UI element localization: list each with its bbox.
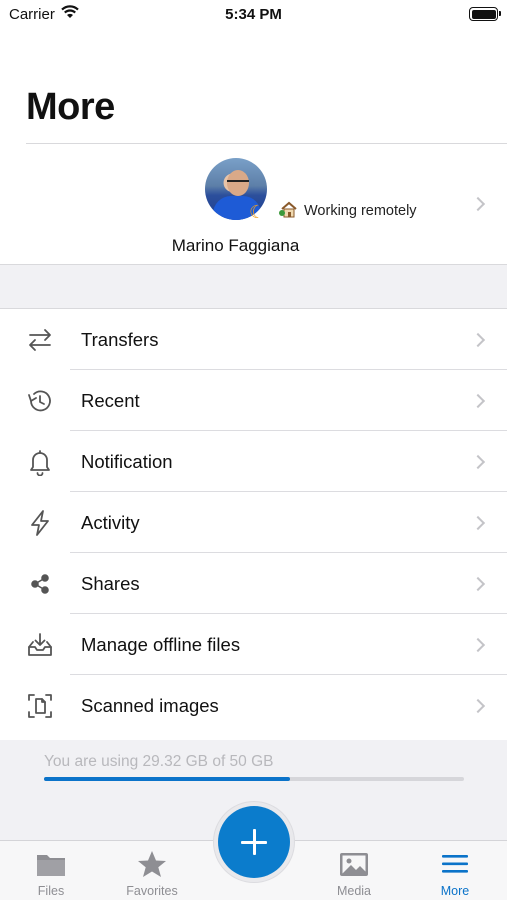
tab-files[interactable]: Files [1,841,101,900]
menu-item-activity[interactable]: Activity [0,492,507,553]
menu-item-recent[interactable]: Recent [0,370,507,431]
storage-progress-fill [44,777,291,781]
scan-document-icon [28,694,52,718]
chevron-right-icon [470,454,486,470]
bell-icon [30,450,50,476]
house-with-garden-icon [279,201,297,218]
menu-item-label: Transfers [81,329,159,350]
chevron-right-icon [470,698,486,714]
chevron-right-icon [470,637,486,653]
image-icon [340,853,368,876]
history-icon [28,390,51,412]
menu-item-label: Manage offline files [81,634,241,655]
menu-item-label: Notification [81,451,173,472]
user-status-text: Working remotely [304,203,417,219]
lightning-icon [31,510,49,536]
chevron-right-icon [470,196,486,212]
page-title: More [26,86,115,128]
storage-usage-text: You are using 29.32 GB of 50 GB [44,753,274,770]
star-icon [138,851,166,877]
offline-download-icon [28,633,52,656]
menu-item-manage-offline-files[interactable]: Manage offline files [0,614,507,675]
menu-item-transfers[interactable]: Transfers [0,309,507,370]
add-button[interactable] [214,802,294,882]
share-icon [31,574,49,594]
menu-item-label: Recent [81,390,140,411]
transfers-icon [29,329,51,351]
battery-icon [469,7,501,21]
menu-item-notification[interactable]: Notification [0,431,507,492]
plus-icon [218,806,290,878]
menu-icon [442,855,468,873]
chevron-right-icon [470,332,486,348]
tab-media[interactable]: Media [304,841,404,900]
menu-item-shares[interactable]: Shares [0,553,507,614]
chevron-right-icon [470,515,486,531]
tab-label: More [440,884,470,898]
chevron-right-icon [470,576,486,592]
user-display-name: Marino Faggiana [171,236,300,255]
tab-label: Media [336,884,372,898]
profile-row[interactable]: ☾ Working remotely Marino Faggiana [0,144,507,265]
tab-more[interactable]: More [405,841,505,900]
menu-item-label: Shares [81,573,140,594]
folder-icon [37,855,65,876]
status-bar: Carrier 5:34 PM [0,0,507,30]
menu-item-label: Activity [81,512,140,533]
tab-label: Files [37,884,65,898]
more-menu-list: Transfers Recent Notification Activity S… [0,309,507,736]
section-spacer [0,265,507,309]
menu-item-label: Scanned images [81,695,219,716]
menu-item-scanned-images[interactable]: Scanned images [0,675,507,736]
tab-favorites[interactable]: Favorites [102,841,202,900]
storage-progress-bar [44,777,464,781]
moon-icon: ☾ [249,202,266,222]
chevron-right-icon [470,393,486,409]
clock: 5:34 PM [225,6,282,23]
tab-label: Favorites [126,884,178,898]
